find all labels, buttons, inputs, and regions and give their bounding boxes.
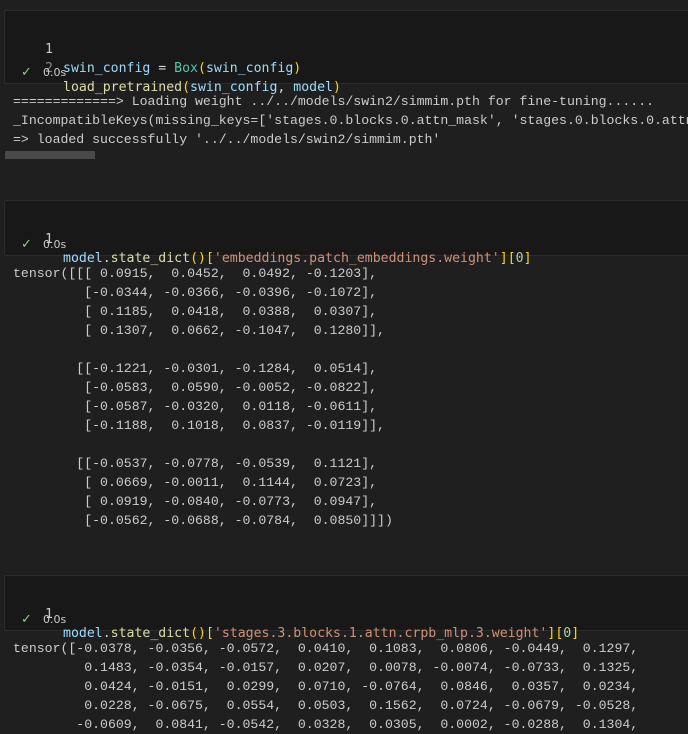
code-text: swin_config = Box(swin_config) (63, 59, 301, 78)
code-token: Box (174, 61, 198, 76)
execution-status: ✓ 0.0s (21, 237, 66, 253)
code-token: = (150, 61, 175, 76)
code-line-1: 1 model.state_dict()['stages.3.blocks.1.… (5, 586, 579, 641)
line-number: 1 (45, 42, 53, 57)
cell-output-2: tensor([[[ 0.0915, 0.0452, 0.0492, -0.12… (13, 266, 393, 528)
code-cell-input-3[interactable]: 1 model.state_dict()['stages.3.blocks.1.… (4, 575, 688, 641)
cell-output-3: tensor([-0.0378, -0.0356, -0.0572, 0.041… (13, 641, 639, 732)
check-icon: ✓ (21, 237, 32, 252)
code-token: ) (293, 61, 302, 76)
execution-time: 0.0s (43, 613, 67, 626)
code-line-1: 1 model.state_dict()['embeddings.patch_e… (5, 211, 532, 266)
code-cell-input-1[interactable]: 1 swin_config = Box(swin_config) 2 load_… (4, 10, 688, 95)
check-icon: ✓ (21, 65, 32, 80)
code-token: ( (198, 61, 206, 76)
code-token: ] (523, 251, 532, 266)
code-token: 0 (515, 251, 524, 266)
execution-status: ✓ 0.0s (21, 612, 66, 628)
code-token: ] (499, 251, 508, 266)
execution-time: 0.0s (43, 238, 67, 251)
execution-status: ✓ 0.0s (21, 65, 66, 81)
cell-output-1: =============> Loading weight ../../mode… (13, 94, 688, 147)
code-token: swin_config (63, 61, 151, 76)
code-line-1: 1 swin_config = Box(swin_config) (5, 21, 301, 76)
code-line-2: 2 load_pretrained(swin_config, model) (5, 40, 341, 95)
code-token: [ (507, 251, 516, 266)
code-cell-input-2[interactable]: 1 model.state_dict()['embeddings.patch_e… (4, 200, 688, 266)
code-token: swin_config (205, 61, 294, 76)
horizontal-scrollbar[interactable] (5, 151, 95, 159)
execution-time: 0.0s (43, 66, 67, 79)
check-icon: ✓ (21, 612, 32, 627)
